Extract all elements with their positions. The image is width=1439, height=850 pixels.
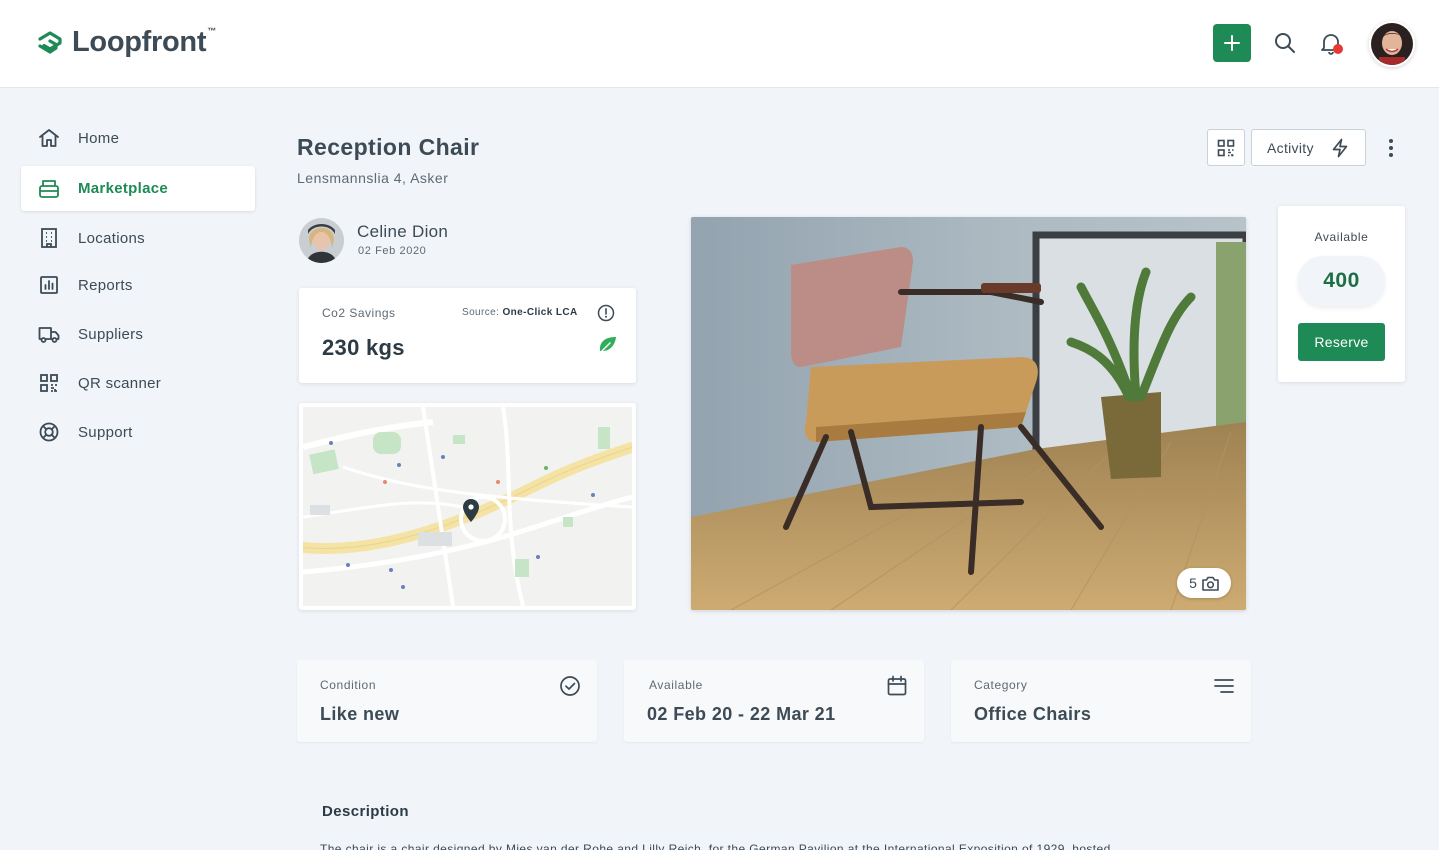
add-button[interactable] <box>1213 24 1251 62</box>
chair-photo-image <box>691 217 1246 610</box>
user-avatar[interactable] <box>1369 21 1415 67</box>
co2-value: 230 kgs <box>322 335 405 360</box>
sidebar-item-label: Support <box>78 424 133 441</box>
photo-count: 5 <box>1189 575 1197 591</box>
notifications-button[interactable] <box>1318 30 1344 56</box>
photo-count-badge[interactable]: 5 <box>1177 568 1231 598</box>
available-count: 400 <box>1298 256 1385 306</box>
category-value: Office Chairs <box>974 704 1092 724</box>
activity-button[interactable]: Activity <box>1251 129 1366 166</box>
sidebar-item-qr-scanner[interactable]: QR scanner <box>21 361 255 406</box>
co2-source-prefix: Source: <box>462 307 500 318</box>
availability-dates-card: Available 02 Feb 20 - 22 Mar 21 <box>624 660 924 742</box>
owner-name[interactable]: Celine Dion <box>357 222 448 242</box>
co2-savings-card: Co2 Savings Source: One-Click LCA 230 kg… <box>299 288 636 383</box>
search-button[interactable] <box>1272 30 1298 56</box>
camera-icon <box>1202 576 1219 591</box>
location-map[interactable] <box>299 403 636 610</box>
more-options-button[interactable] <box>1380 136 1402 160</box>
sidebar-item-label: Locations <box>78 230 145 247</box>
condition-card: Condition Like new <box>297 660 597 742</box>
lightning-icon <box>1332 138 1348 158</box>
info-icon[interactable] <box>597 304 615 322</box>
condition-label: Condition <box>320 678 377 692</box>
sidebar-item-label: QR scanner <box>78 375 162 392</box>
reports-icon <box>40 276 58 294</box>
truck-icon <box>38 327 60 343</box>
owner-avatar[interactable] <box>299 218 344 263</box>
activity-label: Activity <box>1267 139 1314 156</box>
sidebar-item-label: Suppliers <box>78 326 144 343</box>
reserve-button[interactable]: Reserve <box>1298 323 1385 361</box>
home-icon <box>39 129 59 147</box>
owner-avatar-icon <box>299 218 344 263</box>
co2-source: Source: One-Click LCA <box>462 307 578 318</box>
page-title: Reception Chair <box>297 134 480 160</box>
available-dates-label: Available <box>649 678 703 692</box>
user-avatar-icon <box>1371 23 1413 65</box>
description-title: Description <box>322 803 409 820</box>
brand-logo[interactable]: Loopfront ™ <box>36 26 216 59</box>
search-icon <box>1275 33 1295 53</box>
brand-trademark: ™ <box>207 25 217 36</box>
building-icon <box>41 228 57 248</box>
marketplace-icon <box>39 180 59 198</box>
qr-code-button[interactable] <box>1207 129 1245 166</box>
category-card: Category Office Chairs <box>951 660 1251 742</box>
sidebar-item-reports[interactable]: Reports <box>21 263 255 308</box>
notification-dot <box>1333 44 1343 54</box>
more-vertical-icon <box>1389 139 1393 157</box>
leaf-icon <box>597 337 616 356</box>
qr-icon <box>40 374 58 392</box>
product-address: Lensmannslia 4, Asker <box>297 170 449 186</box>
category-label: Category <box>974 678 1028 692</box>
condition-value: Like new <box>320 704 400 724</box>
available-dates-value: 02 Feb 20 - 22 Mar 21 <box>647 704 836 724</box>
lifebuoy-icon <box>39 422 59 442</box>
plus-icon <box>1224 35 1240 51</box>
availability-card: Available 400 Reserve <box>1278 206 1405 382</box>
qr-icon <box>1217 139 1235 156</box>
brand-name: Loopfront <box>72 26 207 58</box>
sidebar-item-home[interactable]: Home <box>21 116 255 161</box>
bell-icon <box>1321 34 1343 55</box>
sidebar-item-locations[interactable]: Locations <box>21 216 255 261</box>
availability-label: Available <box>1314 230 1369 244</box>
co2-source-name: One-Click LCA <box>502 307 578 318</box>
top-header: Loopfront ™ <box>0 0 1439 88</box>
sidebar-item-label: Marketplace <box>78 180 169 197</box>
product-photo[interactable] <box>691 217 1246 610</box>
sidebar-item-suppliers[interactable]: Suppliers <box>21 312 255 357</box>
co2-label: Co2 Savings <box>322 306 396 320</box>
calendar-icon <box>887 675 907 696</box>
loopfront-logo-icon <box>38 30 62 54</box>
filter-lines-icon <box>1214 679 1234 693</box>
description-text: The chair is a chair designed by Mies va… <box>320 842 1111 850</box>
map-view[interactable] <box>303 407 632 606</box>
sidebar-item-label: Home <box>78 130 120 147</box>
check-circle-icon <box>560 676 580 696</box>
sidebar-item-label: Reports <box>78 277 133 294</box>
sidebar-item-support[interactable]: Support <box>21 410 255 455</box>
owner-date: 02 Feb 2020 <box>358 245 427 257</box>
sidebar-item-marketplace[interactable]: Marketplace <box>21 166 255 211</box>
